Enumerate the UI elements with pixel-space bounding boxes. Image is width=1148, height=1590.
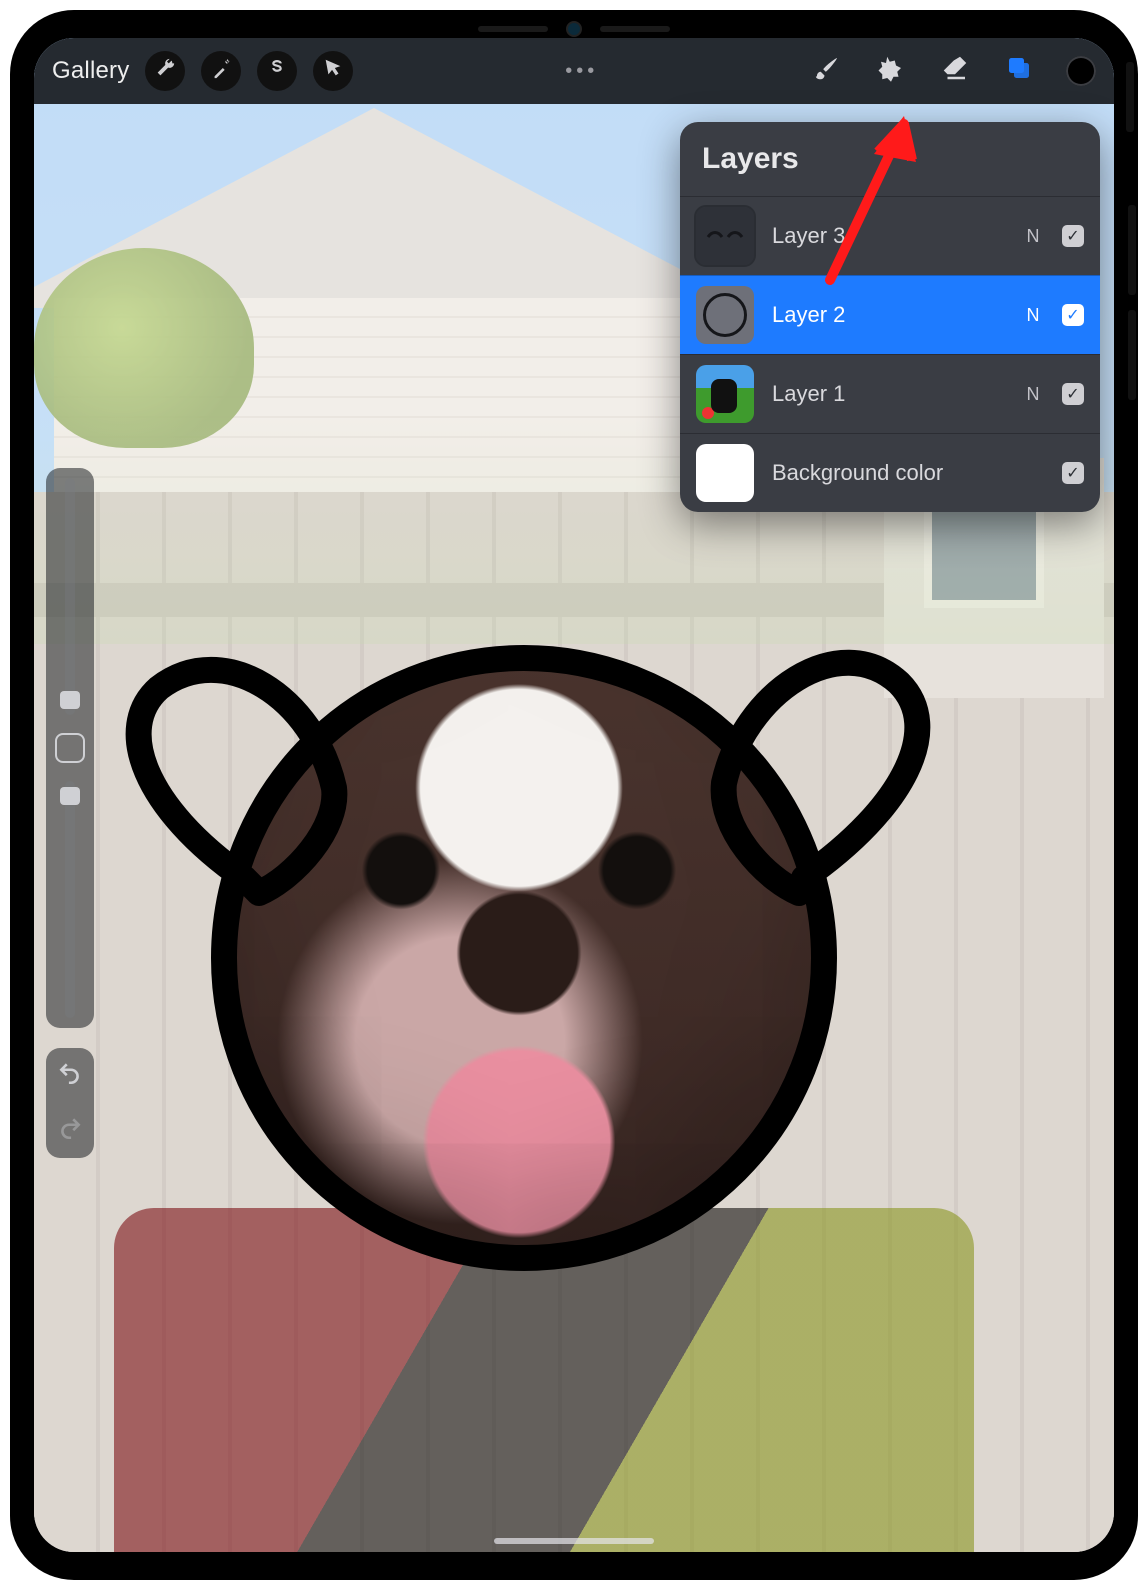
smudge-icon [876, 53, 906, 90]
layers-icon [1004, 53, 1034, 90]
actions-button[interactable] [145, 51, 185, 91]
layer-row-layer2[interactable]: Layer 2 N ✓ [680, 275, 1100, 354]
layer-visibility-checkbox[interactable]: ✓ [1062, 304, 1084, 326]
layer-thumbnail [696, 444, 754, 502]
color-picker[interactable] [1066, 56, 1096, 86]
top-toolbar: Gallery [34, 38, 1114, 104]
modify-button[interactable] [55, 733, 85, 763]
wrench-icon [154, 57, 176, 86]
home-indicator[interactable] [494, 1538, 654, 1544]
paintbrush-icon [812, 53, 842, 90]
modify-menu-icon[interactable]: ••• [565, 60, 598, 83]
cursor-icon [322, 57, 344, 86]
selection-button[interactable] [257, 51, 297, 91]
layer-name: Layer 2 [772, 302, 1004, 328]
selection-s-icon [266, 57, 288, 86]
brush-tool[interactable] [810, 54, 844, 88]
layer-visibility-checkbox[interactable]: ✓ [1062, 383, 1084, 405]
layer-blend-mode[interactable]: N [1022, 305, 1044, 326]
gallery-button[interactable]: Gallery [52, 57, 129, 85]
layers-panel: Layers Layer 3 N ✓ Laye [680, 122, 1100, 512]
slider-handle[interactable] [60, 691, 80, 709]
layers-tool[interactable] [1002, 54, 1036, 88]
redo-button[interactable] [57, 1115, 83, 1146]
layer-name: Layer 1 [772, 381, 1004, 407]
canvas-traced-outline [84, 578, 984, 1478]
device-volume-up [1128, 205, 1136, 295]
ipad-frame: Gallery [10, 10, 1138, 1580]
device-volume-down [1128, 310, 1136, 400]
layer-blend-mode[interactable]: N [1022, 384, 1044, 405]
add-layer-button[interactable] [1044, 142, 1078, 176]
layer-row-layer3[interactable]: Layer 3 N ✓ [680, 196, 1100, 275]
undo-redo-dock [46, 1048, 94, 1158]
device-power-button [1126, 62, 1134, 132]
eraser-icon [940, 53, 970, 90]
layer-visibility-checkbox[interactable]: ✓ [1062, 225, 1084, 247]
layer-row-background[interactable]: Background color ✓ [680, 433, 1100, 512]
screen: Gallery [34, 38, 1114, 1552]
layer-thumbnail [696, 286, 754, 344]
layer-row-layer1[interactable]: Layer 1 N ✓ [680, 354, 1100, 433]
brush-opacity-slider[interactable] [65, 781, 75, 1018]
eraser-tool[interactable] [938, 54, 972, 88]
layer-blend-mode[interactable]: N [1022, 226, 1044, 247]
undo-button[interactable] [57, 1060, 83, 1091]
side-slider-dock [46, 468, 94, 1028]
adjustments-button[interactable] [201, 51, 241, 91]
layer-name: Layer 3 [772, 223, 1004, 249]
layers-panel-title: Layers [702, 142, 799, 176]
layer-thumbnail [696, 365, 754, 423]
smudge-tool[interactable] [874, 54, 908, 88]
layer-name: Background color [772, 460, 1004, 486]
device-sensor-cluster [474, 24, 674, 34]
layer-thumbnail [696, 207, 754, 265]
layer-visibility-checkbox[interactable]: ✓ [1062, 462, 1084, 484]
slider-handle[interactable] [60, 787, 80, 805]
brush-size-slider[interactable] [65, 478, 75, 715]
magic-wand-icon [210, 57, 232, 86]
transform-button[interactable] [313, 51, 353, 91]
